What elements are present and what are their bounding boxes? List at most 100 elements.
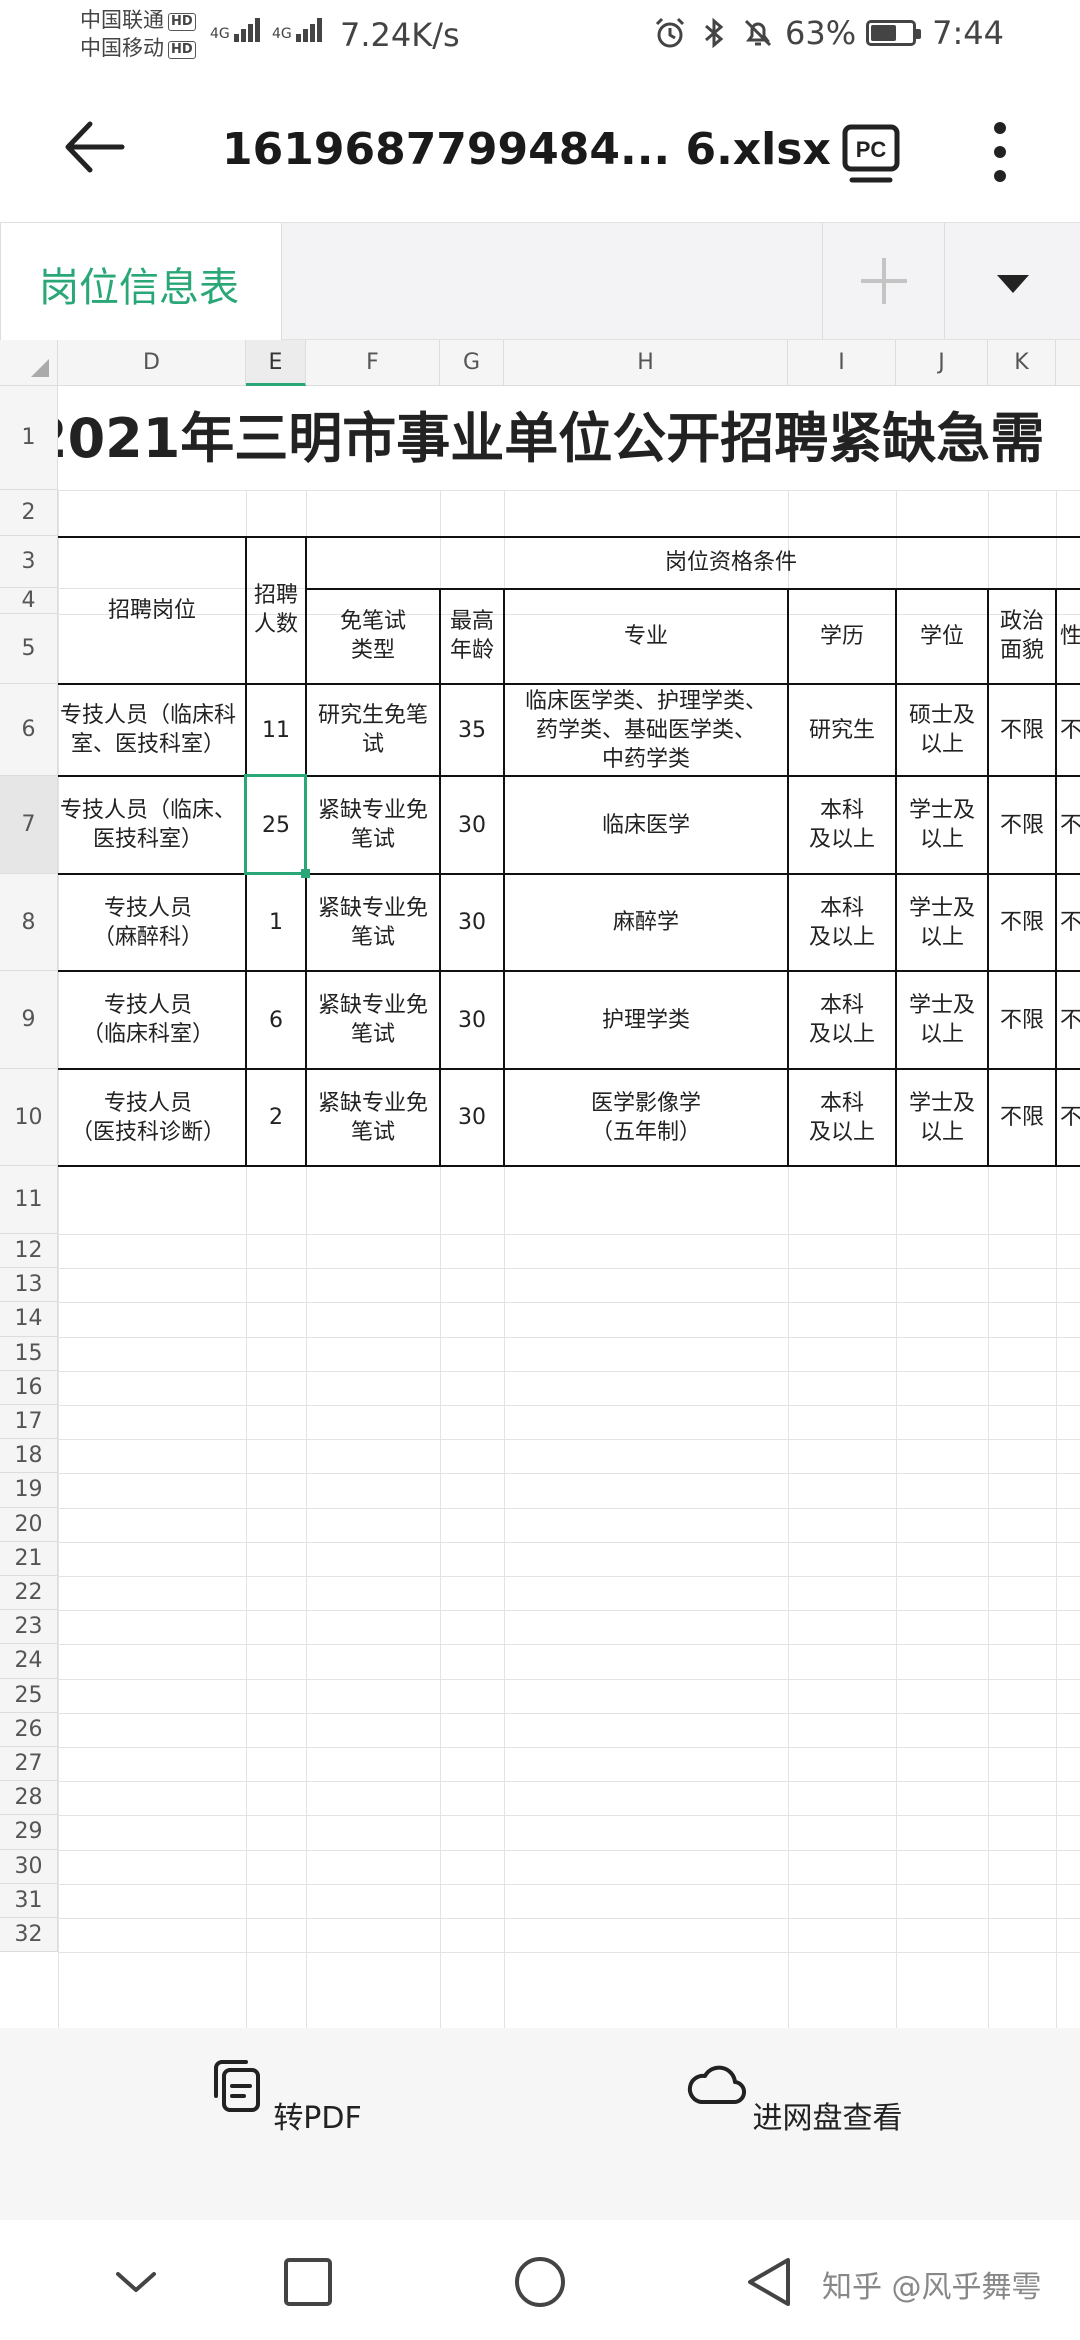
data-cell-edu-3[interactable]: 本科 及以上 — [788, 874, 896, 971]
data-cell-exempt-3[interactable]: 紧缺专业免 笔试 — [306, 874, 440, 971]
data-cell-gender-2[interactable]: 不 — [1056, 776, 1080, 874]
column-header-g[interactable]: G — [440, 340, 504, 386]
row-header-20[interactable]: 20 — [0, 1507, 58, 1542]
header-exempt-type[interactable]: 免笔试 类型 — [306, 588, 440, 684]
data-cell-age-5[interactable]: 30 — [440, 1069, 504, 1166]
column-header-d[interactable]: D — [58, 340, 246, 386]
data-cell-gender-4[interactable]: 不 — [1056, 971, 1080, 1069]
row-header-7[interactable]: 7 — [0, 776, 58, 874]
data-cell-exempt-2[interactable]: 紧缺专业免 笔试 — [306, 776, 440, 874]
nav-back-icon[interactable] — [742, 2254, 798, 2310]
data-cell-degree-1[interactable]: 硕士及 以上 — [896, 684, 988, 776]
data-cell-politics-2[interactable]: 不限 — [988, 776, 1056, 874]
convert-pdf-button[interactable]: 转PDF — [135, 2056, 435, 2137]
header-recruit-count[interactable]: 招聘 人数 — [246, 536, 306, 684]
column-header-e[interactable]: E — [246, 340, 306, 386]
row-header-25[interactable]: 25 — [0, 1678, 58, 1713]
header-politics[interactable]: 政治 面貌 — [988, 588, 1056, 684]
data-cell-post-1[interactable]: 专技人员（临床科 室、医技科室） — [58, 684, 246, 776]
data-cell-politics-1[interactable]: 不限 — [988, 684, 1056, 776]
data-cell-exempt-1[interactable]: 研究生免笔 试 — [306, 684, 440, 776]
data-cell-edu-1[interactable]: 研究生 — [788, 684, 896, 776]
data-cell-major-1[interactable]: 临床医学类、护理学类、 药学类、基础医学类、 中药学类 — [504, 684, 788, 776]
column-header-j[interactable]: J — [896, 340, 988, 386]
sheet-tab-active[interactable]: 岗位信息表 — [0, 223, 282, 340]
data-cell-post-2[interactable]: 专技人员（临床、 医技科室） — [58, 776, 246, 874]
row-header-19[interactable]: 19 — [0, 1473, 58, 1508]
spreadsheet-grid[interactable]: DEFGHIJK 1 2 3 4 5 6 7 8 9 10 11 12 13 14 15 16 17 18 19 20… — [0, 340, 1080, 2028]
open-on-pc-button[interactable]: PC — [842, 124, 900, 188]
back-arrow-icon[interactable] — [60, 112, 130, 182]
row-header-21[interactable]: 21 — [0, 1541, 58, 1576]
sheet-dropdown-icon[interactable] — [944, 223, 1080, 340]
column-header-f[interactable]: F — [306, 340, 440, 386]
data-cell-post-4[interactable]: 专技人员 （临床科室） — [58, 971, 246, 1069]
more-options-icon[interactable] — [985, 122, 1015, 192]
data-cell-age-4[interactable]: 30 — [440, 971, 504, 1069]
data-cell-post-5[interactable]: 专技人员 （医技科诊断） — [58, 1069, 246, 1166]
row-header-17[interactable]: 17 — [0, 1405, 58, 1440]
column-header-i[interactable]: I — [788, 340, 896, 386]
row-header-3[interactable]: 3 — [0, 536, 58, 588]
data-cell-major-4[interactable]: 护理学类 — [504, 971, 788, 1069]
row-header-31[interactable]: 31 — [0, 1883, 58, 1918]
row-header-18[interactable]: 18 — [0, 1439, 58, 1474]
nav-home-icon[interactable] — [512, 2254, 568, 2310]
data-cell-politics-3[interactable]: 不限 — [988, 874, 1056, 971]
header-major[interactable]: 专业 — [504, 588, 788, 684]
row-header-8[interactable]: 8 — [0, 874, 58, 971]
data-cell-gender-3[interactable]: 不 — [1056, 874, 1080, 971]
row-header-26[interactable]: 26 — [0, 1712, 58, 1747]
data-cell-count-5[interactable]: 2 — [246, 1069, 306, 1166]
data-cell-major-5[interactable]: 医学影像学 （五年制） — [504, 1069, 788, 1166]
header-education[interactable]: 学历 — [788, 588, 896, 684]
row-header-10[interactable]: 10 — [0, 1069, 58, 1166]
header-degree[interactable]: 学位 — [896, 588, 988, 684]
data-cell-degree-5[interactable]: 学士及 以上 — [896, 1069, 988, 1166]
cell-area[interactable]: 2021年三明市事业单位公开招聘紧缺急需招聘岗位 招聘 人数 岗位资格条件 免笔试 类… — [58, 386, 1080, 2028]
header-gender[interactable]: 性 — [1056, 588, 1080, 684]
row-header-23[interactable]: 23 — [0, 1610, 58, 1645]
open-cloud-button[interactable]: 进网盘查看 — [645, 2056, 945, 2137]
data-cell-count-3[interactable]: 1 — [246, 874, 306, 971]
row-header-4[interactable]: 4 — [0, 588, 58, 614]
data-cell-age-2[interactable]: 30 — [440, 776, 504, 874]
row-header-5[interactable]: 5 — [0, 614, 58, 684]
data-cell-edu-5[interactable]: 本科 及以上 — [788, 1069, 896, 1166]
add-sheet-icon[interactable] — [822, 223, 944, 340]
data-cell-major-3[interactable]: 麻醉学 — [504, 874, 788, 971]
data-cell-degree-2[interactable]: 学士及 以上 — [896, 776, 988, 874]
row-header-29[interactable]: 29 — [0, 1815, 58, 1850]
data-cell-exempt-5[interactable]: 紧缺专业免 笔试 — [306, 1069, 440, 1166]
header-qualification-group[interactable]: 岗位资格条件 — [306, 536, 1080, 588]
column-header-h[interactable]: H — [504, 340, 788, 386]
row-header-24[interactable]: 24 — [0, 1644, 58, 1679]
data-cell-gender-5[interactable]: 不 — [1056, 1069, 1080, 1166]
data-cell-post-3[interactable]: 专技人员 （麻醉科） — [58, 874, 246, 971]
nav-recents-icon[interactable] — [280, 2254, 336, 2310]
data-cell-exempt-4[interactable]: 紧缺专业免 笔试 — [306, 971, 440, 1069]
row-header-6[interactable]: 6 — [0, 684, 58, 776]
column-header-k[interactable]: K — [988, 340, 1056, 386]
data-cell-age-3[interactable]: 30 — [440, 874, 504, 971]
row-header-11[interactable]: 11 — [0, 1166, 58, 1234]
row-header-1[interactable]: 1 — [0, 386, 58, 490]
row-header-28[interactable]: 28 — [0, 1781, 58, 1816]
header-max-age[interactable]: 最高 年龄 — [440, 588, 504, 684]
data-cell-edu-4[interactable]: 本科 及以上 — [788, 971, 896, 1069]
row-header-32[interactable]: 32 — [0, 1918, 58, 1953]
row-header-27[interactable]: 27 — [0, 1747, 58, 1782]
data-cell-count-4[interactable]: 6 — [246, 971, 306, 1069]
row-header-16[interactable]: 16 — [0, 1370, 58, 1405]
sheet-title-cell[interactable]: 2021年三明市事业单位公开招聘紧缺急需 — [58, 386, 1080, 490]
row-header-22[interactable]: 22 — [0, 1576, 58, 1611]
data-cell-politics-4[interactable]: 不限 — [988, 971, 1056, 1069]
data-cell-degree-4[interactable]: 学士及 以上 — [896, 971, 988, 1069]
row-header-2[interactable]: 2 — [0, 490, 58, 536]
row-header-14[interactable]: 14 — [0, 1302, 58, 1337]
row-header-15[interactable]: 15 — [0, 1336, 58, 1371]
selected-cell-e7[interactable] — [244, 774, 310, 878]
row-header-9[interactable]: 9 — [0, 971, 58, 1069]
header-recruit-post[interactable]: 招聘岗位 — [58, 536, 246, 684]
data-cell-gender-1[interactable]: 不 — [1056, 684, 1080, 776]
